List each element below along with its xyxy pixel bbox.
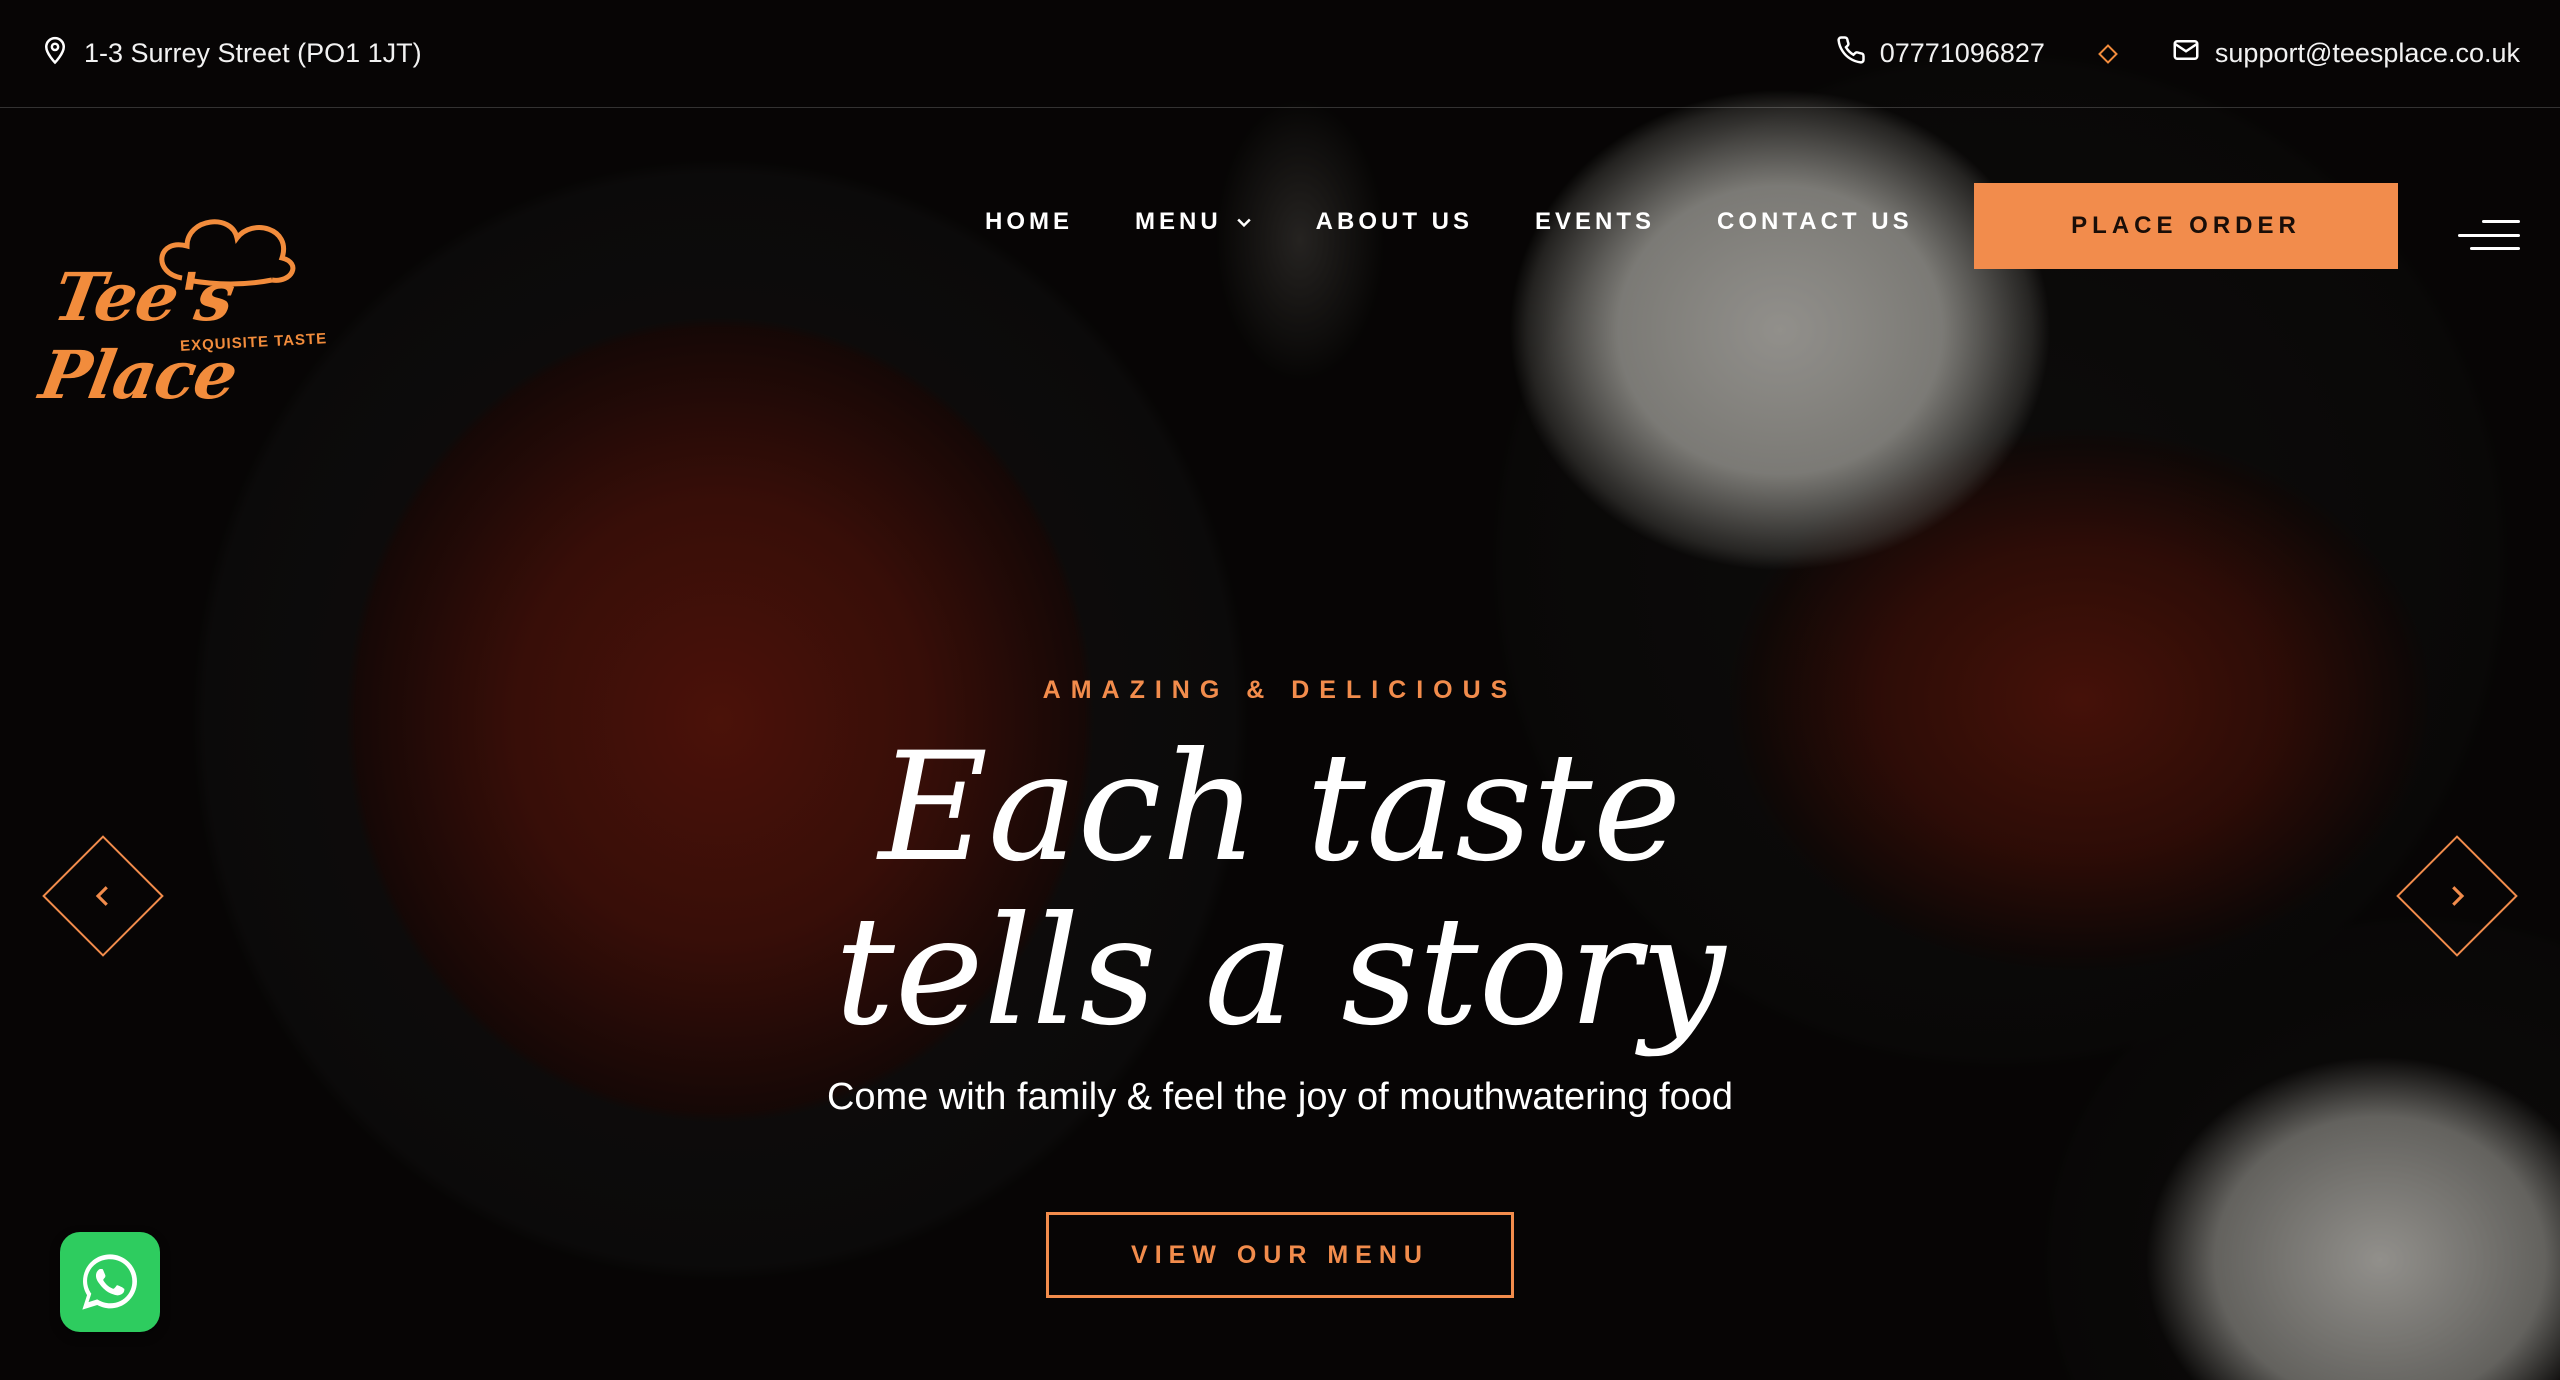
hero-headline-line-1: Each taste: [878, 721, 1682, 895]
whatsapp-icon: [82, 1254, 137, 1310]
whatsapp-chat-button[interactable]: [60, 1232, 160, 1332]
main-header: Tee's Place EXQUISITE TASTE HOME MENU AB…: [0, 108, 2560, 414]
nav-menu-label: MENU: [1135, 208, 1222, 235]
nav-contact-label: CONTACT US: [1717, 208, 1913, 235]
nav-menu[interactable]: MENU: [1135, 208, 1254, 236]
chevron-left-icon: [95, 886, 108, 906]
hero-subline: Come with family & feel the joy of mouth…: [826, 1076, 1734, 1118]
hero-headline: Each taste tells a story: [0, 726, 2560, 1054]
phone-text: 07771096827: [1879, 38, 2045, 68]
nav-about-label: ABOUT US: [1315, 208, 1474, 235]
nav-home-label: HOME: [985, 208, 1073, 235]
location-icon: [40, 35, 70, 72]
mail-icon: [2171, 35, 2201, 72]
nav-events[interactable]: EVENTS: [1535, 208, 1655, 236]
nav-contact-us[interactable]: CONTACT US: [1717, 208, 1913, 236]
main-nav: HOME MENU ABOUT US EVENTS CONTACT US: [985, 208, 1913, 236]
phone-link[interactable]: 07771096827: [1836, 35, 2045, 72]
hero-headline-line-2: tells a story: [834, 885, 1726, 1059]
menu-icon[interactable]: [2458, 220, 2520, 250]
view-menu-button[interactable]: VIEW OUR MENU: [1046, 1212, 1514, 1298]
separator-diamond: [2098, 43, 2118, 64]
logo[interactable]: Tee's Place EXQUISITE TASTE: [34, 208, 432, 414]
email-link[interactable]: support@teesplace.co.uk: [2171, 35, 2520, 72]
email-text: support@teesplace.co.uk: [2214, 38, 2520, 68]
top-info-bar: 1-3 Surrey Street (PO1 1JT) 07771096827 …: [0, 0, 2560, 108]
nav-about-us[interactable]: ABOUT US: [1316, 208, 1473, 236]
address-text: 1-3 Surrey Street (PO1 1JT): [84, 38, 422, 68]
place-order-button[interactable]: PLACE ORDER: [1974, 183, 2398, 269]
hero-kicker: AMAZING & DELICIOUS: [1042, 676, 1518, 704]
nav-home[interactable]: HOME: [985, 208, 1073, 236]
chevron-right-icon: [2452, 886, 2465, 906]
chevron-down-icon: [1236, 218, 1251, 228]
phone-icon: [1836, 35, 1866, 72]
nav-events-label: EVENTS: [1535, 208, 1656, 235]
address[interactable]: 1-3 Surrey Street (PO1 1JT): [40, 35, 422, 72]
